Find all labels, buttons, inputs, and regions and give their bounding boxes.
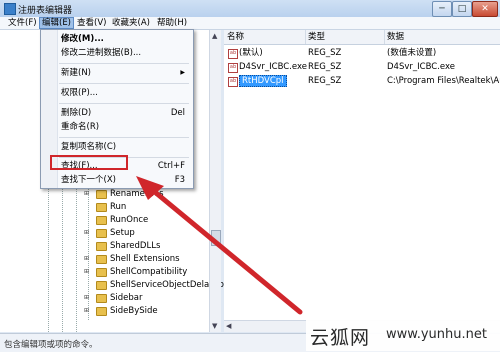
menu-view[interactable]: 查看(V) <box>75 17 108 29</box>
menu-item-modify[interactable]: 修改(M)... <box>61 33 189 45</box>
registry-app-icon <box>4 3 16 15</box>
value-data: C:\Program Files\Realtek\Au <box>387 76 500 86</box>
tree-item-label: SideBySide <box>110 306 158 316</box>
values-list-pane: 名称 类型 数据 ab (默认) REG_SZ (数值未设置) ab D4Svr… <box>224 30 500 332</box>
tree-item-label: Run <box>110 202 127 212</box>
expand-icon[interactable]: ⊞ <box>84 269 89 275</box>
value-name: (默认) <box>239 48 263 58</box>
menu-separator <box>59 103 189 104</box>
value-data: (数值未设置) <box>387 48 437 58</box>
menu-item-label: 删除(D) <box>61 108 92 118</box>
expand-icon[interactable]: ⊞ <box>84 295 89 301</box>
watermark-cn: 云狐网 <box>310 327 371 349</box>
string-value-icon: ab <box>228 77 238 87</box>
value-type: REG_SZ <box>308 76 342 86</box>
folder-icon <box>96 190 107 199</box>
tree-item-label: Setup <box>110 228 135 238</box>
menu-item-find-next[interactable]: 查找下一个(X) F3 <box>61 174 189 186</box>
menu-item-label: 重命名(R) <box>61 122 100 132</box>
value-type: REG_SZ <box>308 48 342 58</box>
value-name: RtHDVCpl <box>239 75 287 87</box>
scroll-up-icon[interactable]: ▲ <box>212 32 217 40</box>
value-row[interactable]: ab (默认) REG_SZ (数值未设置) <box>224 47 500 59</box>
column-header-name[interactable]: 名称 <box>224 30 306 44</box>
folder-icon <box>96 307 107 316</box>
tree-vertical-scrollbar[interactable]: ▲ ▼ <box>209 30 221 332</box>
menu-item-label: 权限(P)... <box>61 88 98 98</box>
watermark-url: www.yunhu.net <box>386 327 487 342</box>
menu-item-label: 复制项名称(C) <box>61 142 117 152</box>
tree-item-label: RenameFiles <box>110 189 164 199</box>
folder-icon <box>96 229 107 238</box>
menu-item-label: 修改二进制数据(B)... <box>61 48 142 58</box>
menu-item-delete[interactable]: 删除(D) Del <box>61 107 189 119</box>
tree-item-label: Sidebar <box>110 293 143 303</box>
folder-icon <box>96 268 107 277</box>
expand-icon[interactable]: ⊞ <box>84 256 89 262</box>
tree-item-label: Shell Extensions <box>110 254 180 264</box>
column-header-data[interactable]: 数据 <box>384 30 500 44</box>
tree-item-label: ShellServiceObjectDelayLo <box>110 280 224 290</box>
menu-item-modify-binary[interactable]: 修改二进制数据(B)... <box>61 47 189 59</box>
folder-icon <box>96 294 107 303</box>
menu-item-label: 新建(N) <box>61 68 91 78</box>
status-text: 包含编辑项或项的命令。 <box>4 340 98 350</box>
window-title: 注册表编辑器 <box>18 6 73 16</box>
menu-favorites[interactable]: 收藏夹(A) <box>110 17 152 29</box>
menu-item-copy-key-name[interactable]: 复制项名称(C) <box>61 141 189 153</box>
tree-item-label: RunOnce <box>110 215 149 225</box>
expand-icon[interactable]: ⊞ <box>84 308 89 314</box>
string-value-icon: ab <box>228 63 238 73</box>
tree-item-label: SharedDLLs <box>110 241 161 251</box>
menu-item-label: 修改(M)... <box>61 34 104 44</box>
maximize-button[interactable]: □ <box>452 1 472 17</box>
tree-item-label: ShellCompatibility <box>110 267 188 277</box>
value-data: D4Svr_ICBC.exe <box>387 62 455 72</box>
menu-file[interactable]: 文件(F) <box>6 17 39 29</box>
menu-edit[interactable]: 编辑(E) <box>39 17 75 29</box>
folder-icon <box>96 216 107 225</box>
submenu-arrow-icon: ▶ <box>180 69 185 76</box>
site-watermark: 云狐网 www.yunhu.net <box>306 318 500 351</box>
folder-icon <box>96 281 107 290</box>
folder-icon <box>96 242 107 251</box>
menu-separator <box>59 137 189 138</box>
scroll-down-icon[interactable]: ▼ <box>212 322 217 330</box>
menu-item-shortcut: Ctrl+F <box>157 161 185 171</box>
minimize-button[interactable]: ─ <box>432 1 452 17</box>
menu-item-shortcut: F3 <box>174 175 185 185</box>
menu-help[interactable]: 帮助(H) <box>155 17 189 29</box>
find-highlight-box <box>50 155 128 170</box>
value-row[interactable]: ab D4Svr_ICBC.exe REG_SZ D4Svr_ICBC.exe <box>224 61 500 73</box>
column-header-type[interactable]: 类型 <box>305 30 385 44</box>
scroll-thumb[interactable] <box>211 230 221 246</box>
scroll-left-icon[interactable]: ◀ <box>226 322 231 330</box>
folder-icon <box>96 255 107 264</box>
close-button[interactable]: ✕ <box>472 1 498 17</box>
value-row-selected[interactable]: ab RtHDVCpl REG_SZ C:\Program Files\Real… <box>224 75 500 87</box>
menu-item-rename[interactable]: 重命名(R) <box>61 121 189 133</box>
string-value-icon: ab <box>228 49 238 59</box>
menu-separator <box>59 83 189 84</box>
menu-separator <box>59 63 189 64</box>
folder-icon <box>96 203 107 212</box>
menu-item-new[interactable]: 新建(N) ▶ <box>61 67 189 79</box>
value-name: D4Svr_ICBC.exe <box>239 62 307 72</box>
menu-item-permissions[interactable]: 权限(P)... <box>61 87 189 99</box>
expand-icon[interactable]: ⊞ <box>84 230 89 236</box>
menu-item-shortcut: Del <box>170 108 185 118</box>
value-type: REG_SZ <box>308 62 342 72</box>
menu-item-label: 查找下一个(X) <box>61 175 116 185</box>
title-bar: 注册表编辑器 ─ □ ✕ <box>0 0 500 17</box>
registry-editor-window: 注册表编辑器 ─ □ ✕ 文件(F) 编辑(E) 查看(V) 收藏夹(A) 帮助… <box>0 0 500 352</box>
values-list-header: 名称 类型 数据 <box>224 30 500 45</box>
expand-icon[interactable]: ⊞ <box>84 191 89 197</box>
